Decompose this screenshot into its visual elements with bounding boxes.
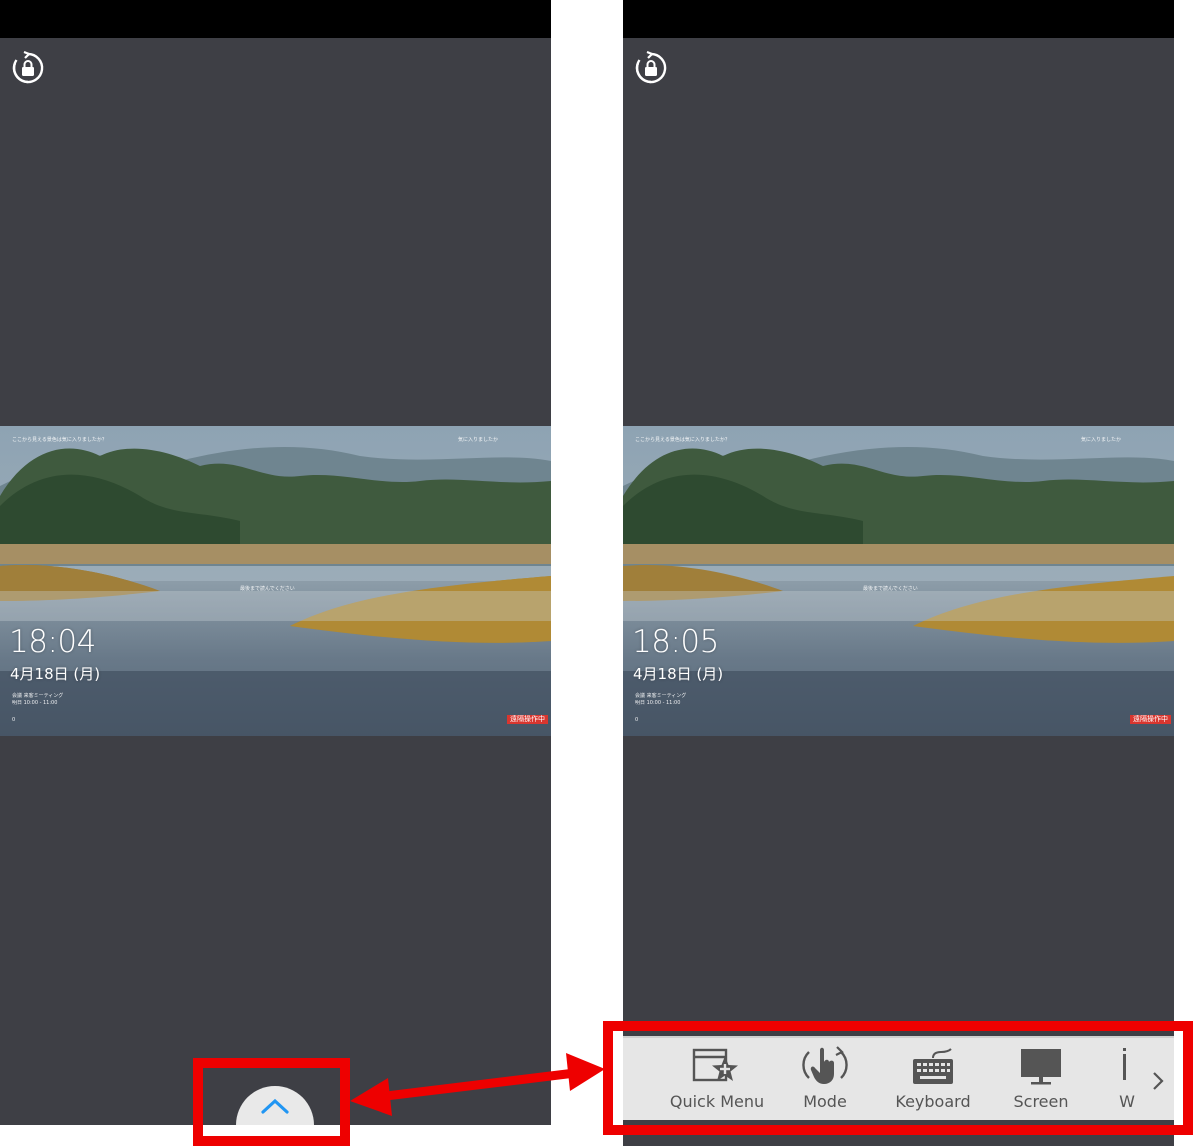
bottom-toolbar: Quick Menu Mode Keyboard Screen W (623, 1036, 1174, 1120)
keyboard-icon (913, 1048, 953, 1084)
center-notice: 最後まで読んでください (863, 586, 918, 592)
remote-status-badge: 遠隔操作中 (1130, 715, 1171, 724)
lock-screen-wallpaper (623, 426, 1174, 736)
toolbar-keyboard[interactable]: Keyboard (887, 1038, 979, 1122)
status-bar (623, 0, 1174, 38)
toolbar-label: Screen (1013, 1092, 1069, 1111)
toolbar-mode[interactable]: Mode (779, 1038, 871, 1122)
toolbar-label: Keyboard (895, 1092, 971, 1111)
toolbar-label: W (1119, 1092, 1135, 1111)
monitor-icon (1021, 1049, 1061, 1085)
top-right-notice: 気に入りましたか (1081, 437, 1122, 443)
event-time: 明日 10:00 - 11:00 (12, 700, 58, 706)
remote-status-badge: 遠隔操作中 (507, 715, 548, 724)
top-right-notice: 気に入りましたか (458, 437, 499, 443)
toolbar-label: Quick Menu (669, 1092, 765, 1111)
toolbar-screen[interactable]: Screen (995, 1038, 1087, 1122)
status-icon-label: 0 (12, 717, 16, 723)
phone-screen-expanded: ここから見える景色は気に入りましたか？ 気に入りましたか 最後まで読んでください… (623, 0, 1174, 1146)
lock-screen-wallpaper (0, 426, 551, 736)
quick-menu-icon (692, 1048, 738, 1082)
toolbar-more-button[interactable] (1146, 1066, 1170, 1096)
event-title: 会議 来客ミーティング (635, 693, 687, 699)
remote-desktop-view[interactable]: ここから見える景色は気に入りましたか？ 気に入りましたか 最後まで読んでください… (623, 426, 1174, 736)
rotation-lock-button[interactable] (631, 48, 671, 88)
top-notice: ここから見える景色は気に入りましたか？ (635, 437, 730, 443)
partial-icon (1123, 1048, 1126, 1080)
status-icon-label: 0 (635, 717, 639, 723)
rotation-lock-button[interactable] (8, 48, 48, 88)
top-notice: ここから見える景色は気に入りましたか？ (12, 437, 107, 443)
expand-toolbar-button[interactable] (236, 1086, 314, 1125)
phone-screen-collapsed: ここから見える景色は気に入りましたか？ 気に入りましたか 最後まで読んでください… (0, 0, 551, 1125)
touch-mode-icon (802, 1046, 848, 1084)
event-time: 明日 10:00 - 11:00 (635, 700, 681, 706)
event-title: 会議 来客ミーティング (12, 693, 64, 699)
chevron-right-icon (1153, 1072, 1164, 1090)
status-bar (0, 0, 551, 38)
remote-desktop-view[interactable]: ここから見える景色は気に入りましたか？ 気に入りましたか 最後まで読んでください… (0, 426, 551, 736)
lock-clock: 18:05 (632, 624, 719, 660)
rotation-lock-icon (635, 51, 667, 84)
center-notice: 最後まで読んでください (240, 586, 295, 592)
toolbar-quick-menu[interactable]: Quick Menu (669, 1038, 765, 1122)
toolbar-label: Mode (803, 1092, 847, 1111)
lock-clock: 18:04 (9, 624, 96, 660)
chevron-up-icon (261, 1098, 289, 1114)
lock-date: 4月18日 (月) (633, 665, 724, 683)
rotation-lock-icon (12, 51, 44, 84)
lock-date: 4月18日 (月) (10, 665, 101, 683)
